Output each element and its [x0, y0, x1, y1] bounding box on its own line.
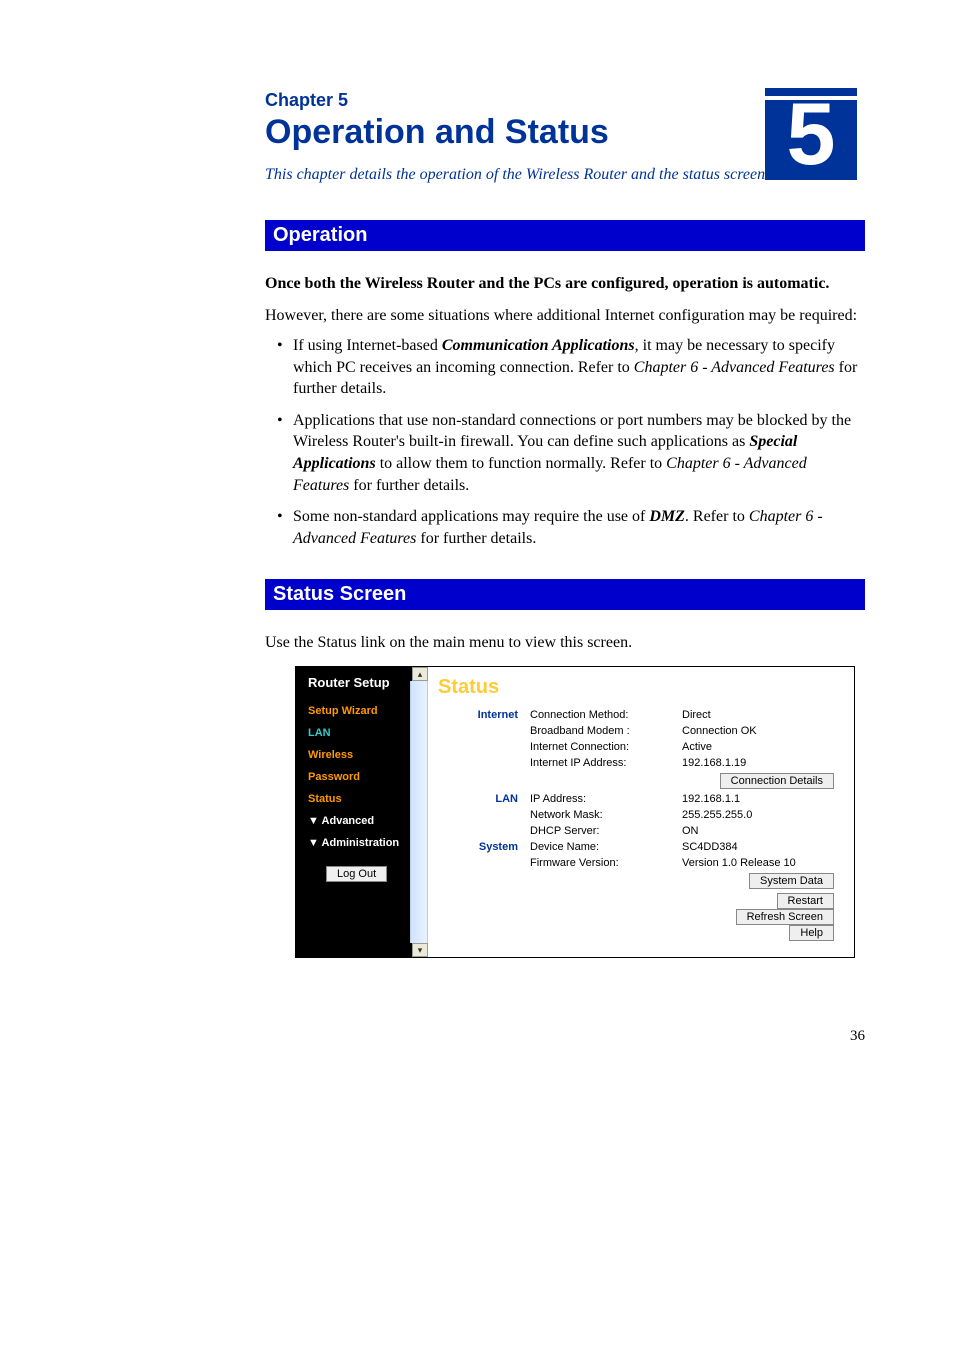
restart-button[interactable]: Restart — [777, 893, 834, 909]
status-screenshot-figure: ▴ ▾ Router Setup Setup Wizard LAN Wirele… — [295, 666, 855, 958]
group-system: System — [434, 839, 524, 855]
operation-bullet-3: Some non-standard applications may requi… — [293, 506, 865, 549]
operation-intro-para: However, there are some situations where… — [265, 307, 865, 325]
value-network-mask: 255.255.255.0 — [676, 807, 840, 823]
value-broadband-modem: Connection OK — [676, 723, 840, 739]
group-internet: Internet — [434, 707, 524, 723]
label-internet-ip: Internet IP Address: — [524, 755, 676, 771]
status-use-line: Use the Status link on the main menu to … — [265, 634, 865, 652]
text: Use the — [265, 634, 317, 651]
operation-bullet-2: Applications that use non-standard conne… — [293, 410, 865, 496]
operation-bullet-1: If using Internet-based Communication Ap… — [293, 335, 865, 400]
scroll-up-button[interactable]: ▴ — [412, 667, 428, 681]
sidebar-item-advanced[interactable]: ▼ Advanced — [296, 810, 424, 832]
value-ip-address: 192.168.1.1 — [676, 791, 840, 807]
emphasis: Communication Applications — [442, 337, 635, 354]
sidebar-item-password[interactable]: Password — [296, 766, 424, 788]
emphasis: DMZ — [649, 508, 685, 525]
label-device-name: Device Name: — [524, 839, 676, 855]
scrollbar-track[interactable] — [410, 681, 428, 943]
text: Some non-standard applications may requi… — [293, 508, 649, 525]
refresh-screen-button[interactable]: Refresh Screen — [736, 909, 834, 925]
page-title: Status — [434, 675, 840, 707]
group-lan: LAN — [434, 791, 524, 807]
page-number: 36 — [265, 1028, 865, 1045]
sidebar-item-wireless[interactable]: Wireless — [296, 744, 424, 766]
scroll-down-button[interactable]: ▾ — [412, 943, 428, 957]
router-sidebar: ▴ ▾ Router Setup Setup Wizard LAN Wirele… — [296, 667, 424, 957]
value-connection-method: Direct — [676, 707, 840, 723]
value-dhcp-server: ON — [676, 823, 840, 839]
system-data-button[interactable]: System Data — [749, 873, 834, 889]
label-firmware-version: Firmware Version: — [524, 855, 676, 871]
section-heading-status-screen: Status Screen — [265, 579, 865, 610]
help-button[interactable]: Help — [789, 925, 834, 941]
value-internet-connection: Active — [676, 739, 840, 755]
operation-lead-bold: Once both the Wireless Router and the PC… — [265, 275, 865, 293]
label-dhcp-server: DHCP Server: — [524, 823, 676, 839]
text: for further details. — [416, 530, 536, 547]
sidebar-item-administration[interactable]: ▼ Administration — [296, 832, 424, 854]
section-heading-operation: Operation — [265, 220, 865, 251]
text: . Refer to — [685, 508, 749, 525]
emphasis: Status — [317, 634, 356, 651]
label-network-mask: Network Mask: — [524, 807, 676, 823]
text: If using Internet-based — [293, 337, 442, 354]
sidebar-item-status[interactable]: Status — [296, 788, 424, 810]
label-ip-address: IP Address: — [524, 791, 676, 807]
label-internet-connection: Internet Connection: — [524, 739, 676, 755]
chapter-ref: Chapter 6 - Advanced Features — [634, 359, 835, 376]
sidebar-item-lan[interactable]: LAN — [296, 722, 424, 744]
label-broadband-modem: Broadband Modem : — [524, 723, 676, 739]
connection-details-button[interactable]: Connection Details — [720, 773, 834, 789]
value-firmware-version: Version 1.0 Release 10 — [676, 855, 840, 871]
value-device-name: SC4DD384 — [676, 839, 840, 855]
text: for further details. — [349, 477, 469, 494]
sidebar-item-setup-wizard[interactable]: Setup Wizard — [296, 700, 424, 722]
chapter-number-badge: 5 — [765, 88, 857, 180]
text: link on the main menu to view this scree… — [357, 634, 633, 651]
label-connection-method: Connection Method: — [524, 707, 676, 723]
router-main-panel: Status Internet Connection Method: Direc… — [424, 667, 854, 957]
sidebar-title: Router Setup — [296, 667, 424, 700]
text: to allow them to function normally. Refe… — [376, 455, 666, 472]
value-internet-ip: 192.168.1.19 — [676, 755, 840, 771]
logout-button[interactable]: Log Out — [326, 866, 387, 882]
